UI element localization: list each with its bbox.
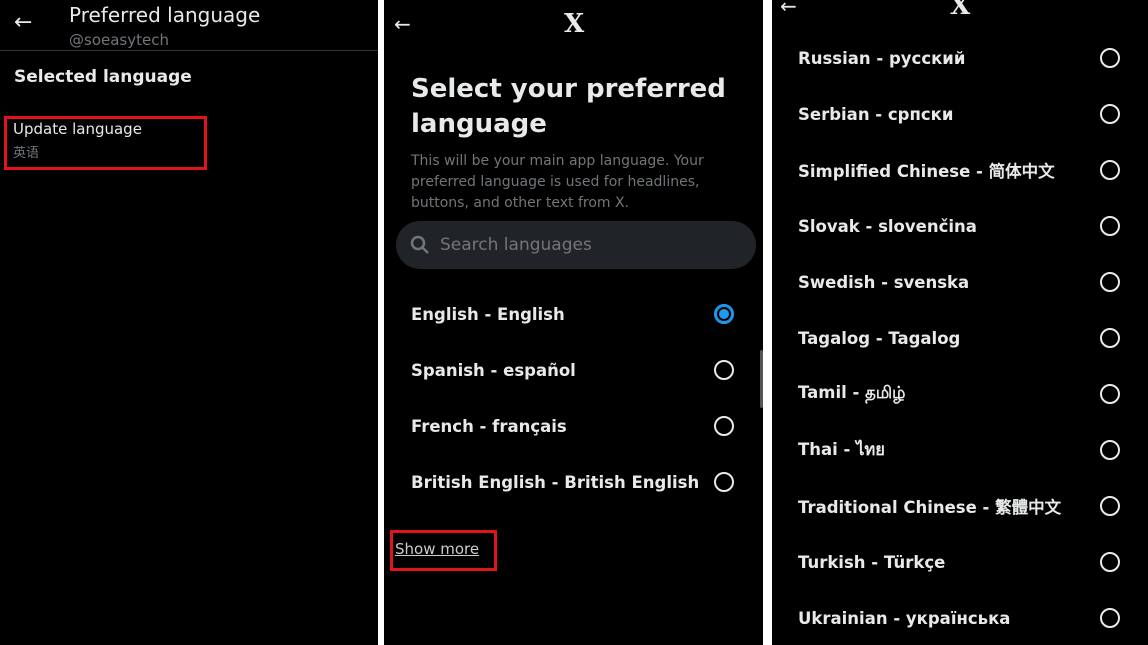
language-option[interactable]: Thai - ไทย [772,422,1148,478]
language-label: Tamil - தமிழ் [798,383,906,402]
scrollbar[interactable] [760,350,763,408]
radio-button[interactable] [1100,440,1120,460]
page-heading: Select your preferred language [411,74,726,139]
select-language-screen: ← X Select your preferred language This … [384,0,763,645]
language-option[interactable]: English - English [384,286,763,342]
language-option[interactable]: Turkish - Türkçe [772,534,1148,590]
radio-button[interactable] [1100,104,1120,124]
language-label: Russian - русский [798,48,966,68]
language-list-screen: ← X Russian - русский Serbian - српски Sim… [772,0,1148,645]
radio-button[interactable] [1100,608,1120,628]
language-option[interactable]: Ukrainian - українська [772,590,1148,645]
language-label: Serbian - српски [798,104,954,124]
radio-button[interactable] [1100,552,1120,572]
radio-button[interactable] [1100,216,1120,236]
language-label: Traditional Chinese - 繁體中文 [798,498,1062,517]
language-label: English - English [411,304,565,324]
language-label: Thai - ไทย [798,440,885,459]
page-title: Preferred language [69,3,261,27]
language-option[interactable]: Traditional Chinese - 繁體中文 [772,478,1148,534]
language-option[interactable]: Simplified Chinese - 简体中文 [772,142,1148,198]
language-option[interactable]: Russian - русский [772,30,1148,86]
radio-button[interactable] [714,472,734,492]
highlight-box [390,530,497,571]
account-handle: @soeasytech [69,31,169,49]
search-icon [410,235,429,254]
language-label: Tagalog - Tagalog [798,328,961,348]
language-option[interactable]: Serbian - српски [772,86,1148,142]
radio-selected[interactable] [714,304,734,324]
language-label: Ukrainian - українська [798,608,1011,628]
language-label: Turkish - Türkçe [798,552,946,572]
radio-button[interactable] [1100,160,1120,180]
back-arrow-icon[interactable]: ← [14,10,32,35]
language-label: French - français [411,416,567,436]
section-heading: Selected language [14,67,192,87]
radio-button[interactable] [1100,384,1120,404]
search-input[interactable] [440,235,730,255]
radio-button[interactable] [1100,272,1120,292]
language-label: Slovak - slovenčina [798,216,977,236]
language-option[interactable]: Slovak - slovenčina [772,198,1148,254]
language-label: Spanish - español [411,360,576,380]
language-option[interactable]: British English - British English [384,454,763,510]
highlight-box [4,116,207,170]
radio-button[interactable] [1100,48,1120,68]
language-option[interactable]: Tagalog - Tagalog [772,310,1148,366]
x-logo: X [950,0,971,21]
language-label: Swedish - svenska [798,272,970,292]
language-option[interactable]: French - français [384,398,763,454]
search-field[interactable] [396,221,756,269]
language-label: British English - British English [411,472,700,492]
radio-button[interactable] [714,360,734,380]
language-option[interactable]: Spanish - español [384,342,763,398]
language-option[interactable]: Swedish - svenska [772,254,1148,310]
back-arrow-icon[interactable]: ← [780,0,797,18]
back-arrow-icon[interactable]: ← [394,12,411,36]
x-logo: X [564,9,585,39]
radio-button[interactable] [1100,496,1120,516]
radio-button[interactable] [1100,328,1120,348]
language-label: Simplified Chinese - 简体中文 [798,162,1055,181]
page-description: This will be your main app language. You… [411,153,704,211]
radio-button[interactable] [714,416,734,436]
language-option[interactable]: Tamil - தமிழ் [772,366,1148,422]
preferred-language-screen: ← Preferred language @soeasytech Selecte… [0,0,378,645]
header-divider [0,50,378,51]
